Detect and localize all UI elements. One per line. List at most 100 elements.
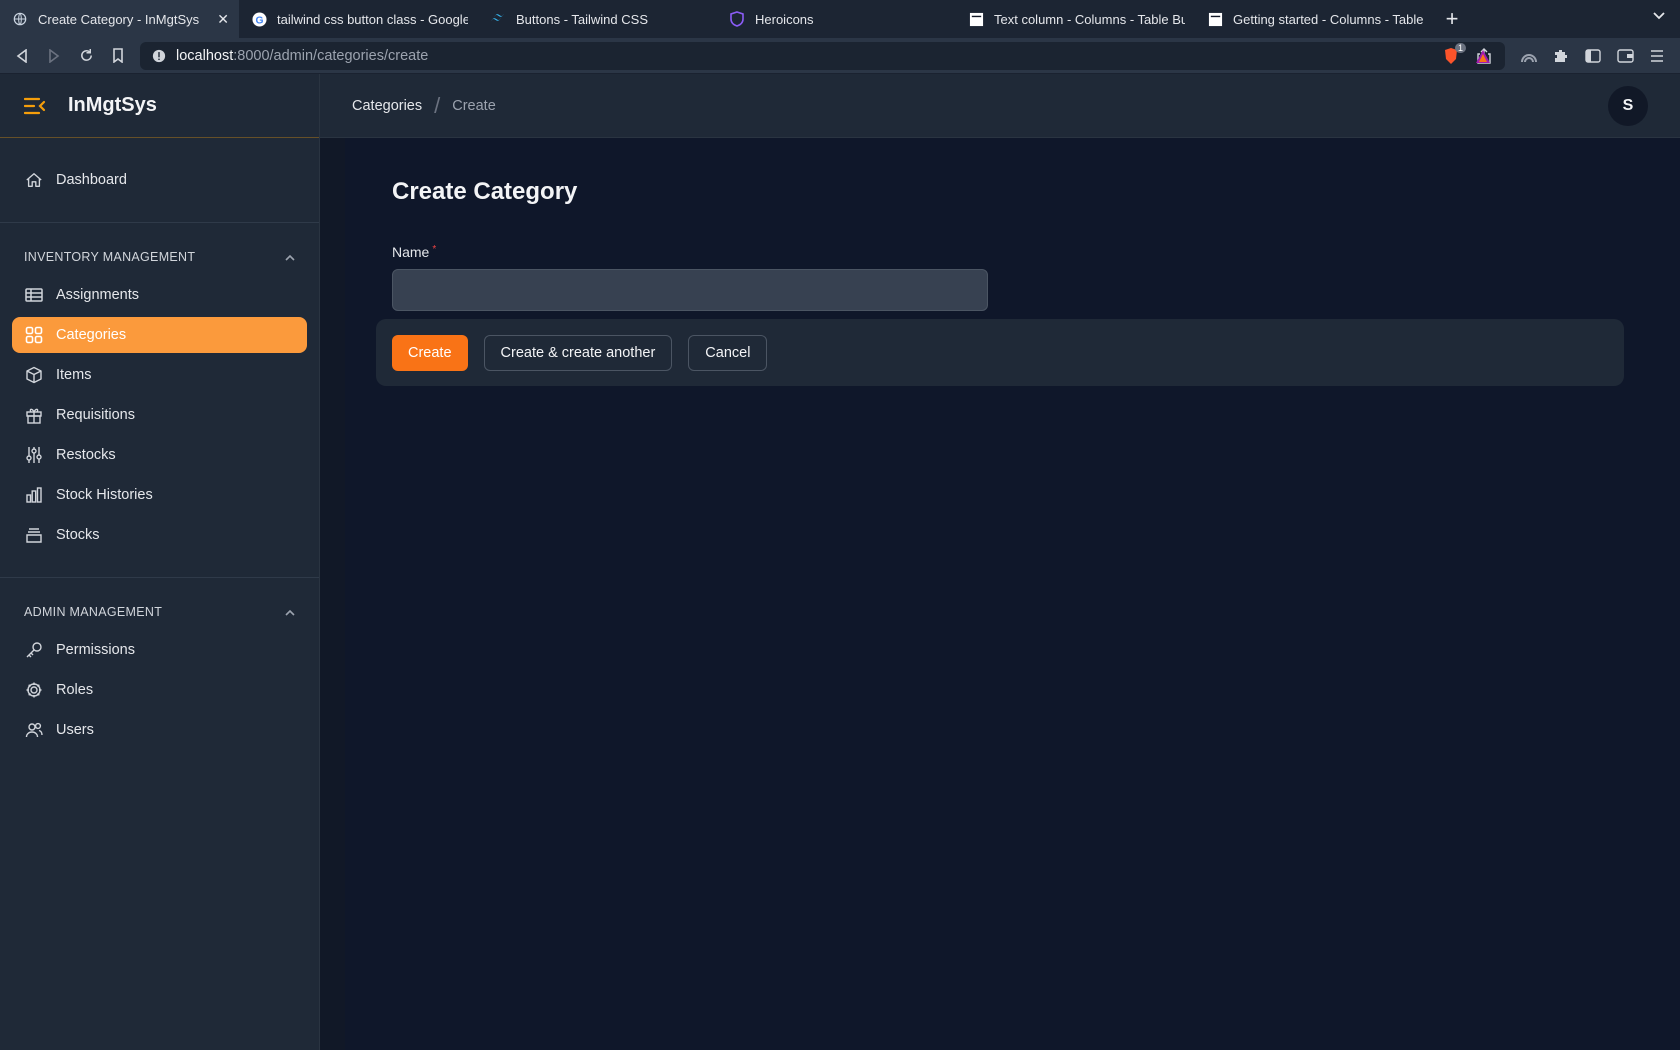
- sidebar-item-label: Items: [56, 367, 92, 383]
- sidebar-item-permissions[interactable]: Permissions: [12, 632, 307, 668]
- sidebar-item-label: Dashboard: [56, 172, 127, 188]
- browser-tab[interactable]: Heroicons: [717, 0, 956, 38]
- gift-icon: [24, 405, 44, 425]
- cube-icon: [24, 365, 44, 385]
- archive-icon: [24, 525, 44, 545]
- browser-tab-title: Heroicons: [755, 11, 814, 27]
- sidebar-item-label: Permissions: [56, 642, 135, 658]
- sidebar-item-label: Roles: [56, 682, 94, 698]
- table-icon: [24, 285, 44, 305]
- group-admin-management[interactable]: ADMIN MANAGEMENT: [0, 592, 319, 632]
- breadcrumb: Categories / Create: [352, 93, 496, 119]
- sidebar-item-roles[interactable]: Roles: [12, 672, 307, 708]
- bookmark-icon[interactable]: [102, 40, 134, 72]
- cancel-button[interactable]: Cancel: [688, 334, 768, 371]
- brave-rewards-icon[interactable]: [1474, 47, 1492, 65]
- key-icon: [24, 640, 44, 660]
- page-icon: [1207, 11, 1223, 27]
- sidebar-item-label: Users: [56, 722, 94, 738]
- create-button[interactable]: Create: [392, 334, 468, 371]
- shield-icon: [729, 11, 745, 27]
- google-icon: G: [251, 11, 267, 27]
- sidebar-item-stock-histories[interactable]: Stock Histories: [12, 477, 307, 513]
- sidebar-item-requisitions[interactable]: Requisitions: [12, 397, 307, 433]
- browser-extensions: 1: [1442, 38, 1680, 74]
- browser-tab-active[interactable]: Create Category - InMgtSys ✕: [0, 0, 239, 38]
- sidebar-header: InMgtSys: [0, 74, 319, 138]
- reload-icon[interactable]: [70, 40, 102, 72]
- svg-text:G: G: [255, 15, 263, 26]
- browser-tab-title: Getting started - Columns - Table Builde…: [1233, 11, 1424, 27]
- user-avatar[interactable]: S: [1608, 86, 1648, 126]
- tailwind-icon: [490, 11, 506, 27]
- browser-tab-title: Buttons - Tailwind CSS: [516, 11, 648, 27]
- sidebar: InMgtSys Dashboard INVENTORY MANAGEMENT …: [0, 74, 320, 1050]
- chevron-up-icon[interactable]: [285, 254, 295, 261]
- browser-tab-title: Text column - Columns - Table Builder: [994, 11, 1185, 27]
- chevron-up-icon[interactable]: [285, 609, 295, 616]
- main-content: Create Category Name * Create Create & cr…: [345, 138, 1680, 1050]
- topbar: Categories / Create S: [320, 74, 1680, 138]
- sidebar-item-restocks[interactable]: Restocks: [12, 437, 307, 473]
- sidebar-item-assignments[interactable]: Assignments: [12, 277, 307, 313]
- address-bar[interactable]: localhost:8000/admin/categories/create: [140, 42, 1505, 70]
- brave-badge: 1: [1454, 43, 1466, 53]
- vpn-icon[interactable]: [1520, 47, 1538, 65]
- cog-icon: [24, 680, 44, 700]
- users-icon: [24, 720, 44, 740]
- sidebar-item-categories[interactable]: Categories: [12, 317, 307, 353]
- browser-tab-title: tailwind css button class - Google Searc…: [277, 11, 468, 27]
- menu-icon[interactable]: [1648, 47, 1666, 65]
- group-label: ADMIN MANAGEMENT: [24, 605, 163, 619]
- back-icon[interactable]: [6, 40, 38, 72]
- name-field-label: Name *: [392, 244, 436, 260]
- sidebar-item-label: Categories: [56, 327, 127, 343]
- sidebar-item-label: Assignments: [56, 287, 140, 303]
- chevron-down-icon[interactable]: [1652, 10, 1666, 24]
- breadcrumb-separator: /: [434, 92, 441, 118]
- app: InMgtSys Dashboard INVENTORY MANAGEMENT …: [0, 74, 1680, 1050]
- sidebar-item-label: Stocks: [56, 527, 100, 543]
- sidebar-toggle-icon[interactable]: [1584, 47, 1602, 65]
- brand-name[interactable]: InMgtSys: [68, 94, 157, 117]
- wallet-icon[interactable]: [1616, 47, 1634, 65]
- brave-shield-icon[interactable]: 1: [1442, 43, 1466, 65]
- squares-icon: [24, 325, 44, 345]
- home-icon: [24, 170, 44, 190]
- sidebar-item-items[interactable]: Items: [12, 357, 307, 393]
- group-label: INVENTORY MANAGEMENT: [24, 250, 196, 264]
- forward-icon[interactable]: [38, 40, 70, 72]
- globe-icon: [12, 11, 28, 27]
- create-another-button[interactable]: Create & create another: [483, 334, 673, 371]
- sidebar-item-label: Requisitions: [56, 407, 135, 423]
- extensions-icon[interactable]: [1552, 47, 1570, 65]
- browser-tab[interactable]: G tailwind css button class - Google Sea…: [239, 0, 478, 38]
- browser-tab[interactable]: Text column - Columns - Table Builder: [956, 0, 1195, 38]
- breadcrumb-categories[interactable]: Categories: [352, 98, 422, 114]
- url-path: :8000/admin/categories/create: [233, 48, 429, 64]
- chart-bar-icon: [24, 485, 44, 505]
- new-tab-button[interactable]: +: [1434, 0, 1470, 38]
- browser-tab[interactable]: Getting started - Columns - Table Builde…: [1195, 0, 1434, 38]
- sidebar-item-label: Restocks: [56, 447, 116, 463]
- adjustments-icon: [24, 445, 44, 465]
- collapse-sidebar-icon[interactable]: [24, 97, 46, 115]
- browser-tab-strip: Create Category - InMgtSys ✕ G tailwind …: [0, 0, 1680, 38]
- name-input[interactable]: [392, 269, 988, 311]
- sidebar-item-stocks[interactable]: Stocks: [12, 517, 307, 553]
- sidebar-item-users[interactable]: Users: [12, 712, 307, 748]
- browser-tab[interactable]: Buttons - Tailwind CSS: [478, 0, 717, 38]
- form-actions: Create Create & create another Cancel: [376, 319, 1624, 386]
- name-label-text: Name: [392, 244, 430, 260]
- page-icon: [968, 11, 984, 27]
- close-icon[interactable]: ✕: [217, 11, 229, 28]
- breadcrumb-current: Create: [452, 97, 496, 114]
- sidebar-item-dashboard[interactable]: Dashboard: [12, 162, 307, 198]
- group-inventory-management[interactable]: INVENTORY MANAGEMENT: [0, 237, 319, 277]
- info-icon[interactable]: [152, 49, 166, 63]
- sidebar-item-label: Stock Histories: [56, 487, 153, 503]
- page-title: Create Category: [392, 178, 578, 205]
- url-host: localhost: [176, 48, 234, 64]
- browser-toolbar: localhost:8000/admin/categories/create 1: [0, 38, 1680, 74]
- required-mark: *: [432, 244, 437, 255]
